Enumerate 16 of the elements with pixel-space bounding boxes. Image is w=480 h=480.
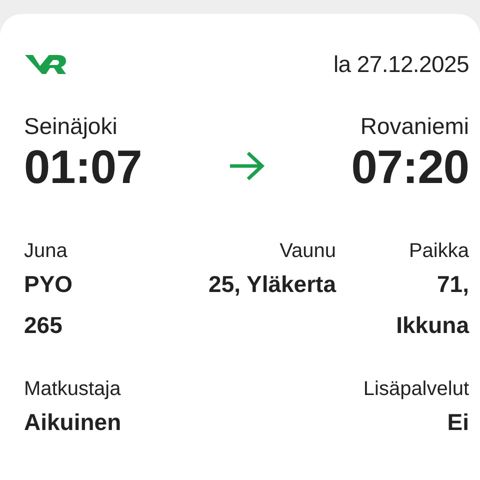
detail-value: Ei bbox=[446, 408, 469, 437]
detail-label: Paikka bbox=[408, 239, 469, 264]
detail-value: 25, Yläkerta bbox=[208, 270, 336, 299]
departure-time: 01:07 bbox=[24, 140, 142, 194]
arrow-icon bbox=[228, 150, 266, 182]
detail-label: Lisäpalvelut bbox=[363, 377, 469, 402]
departure-station: Seinäjoki bbox=[24, 112, 118, 140]
detail-value: 71, Ikkuna bbox=[395, 270, 469, 340]
detail-label: Matkustaja bbox=[24, 377, 122, 402]
travel-date: la 27.12.2025 bbox=[333, 50, 469, 78]
detail-label: Vaunu bbox=[278, 239, 336, 264]
detail-value: PYO 265 bbox=[24, 270, 74, 340]
detail-label: Juna bbox=[24, 239, 68, 264]
arrival-time: 07:20 bbox=[351, 140, 469, 194]
detail-value: Aikuinen bbox=[24, 408, 122, 437]
arrival-station: Rovaniemi bbox=[360, 112, 469, 140]
